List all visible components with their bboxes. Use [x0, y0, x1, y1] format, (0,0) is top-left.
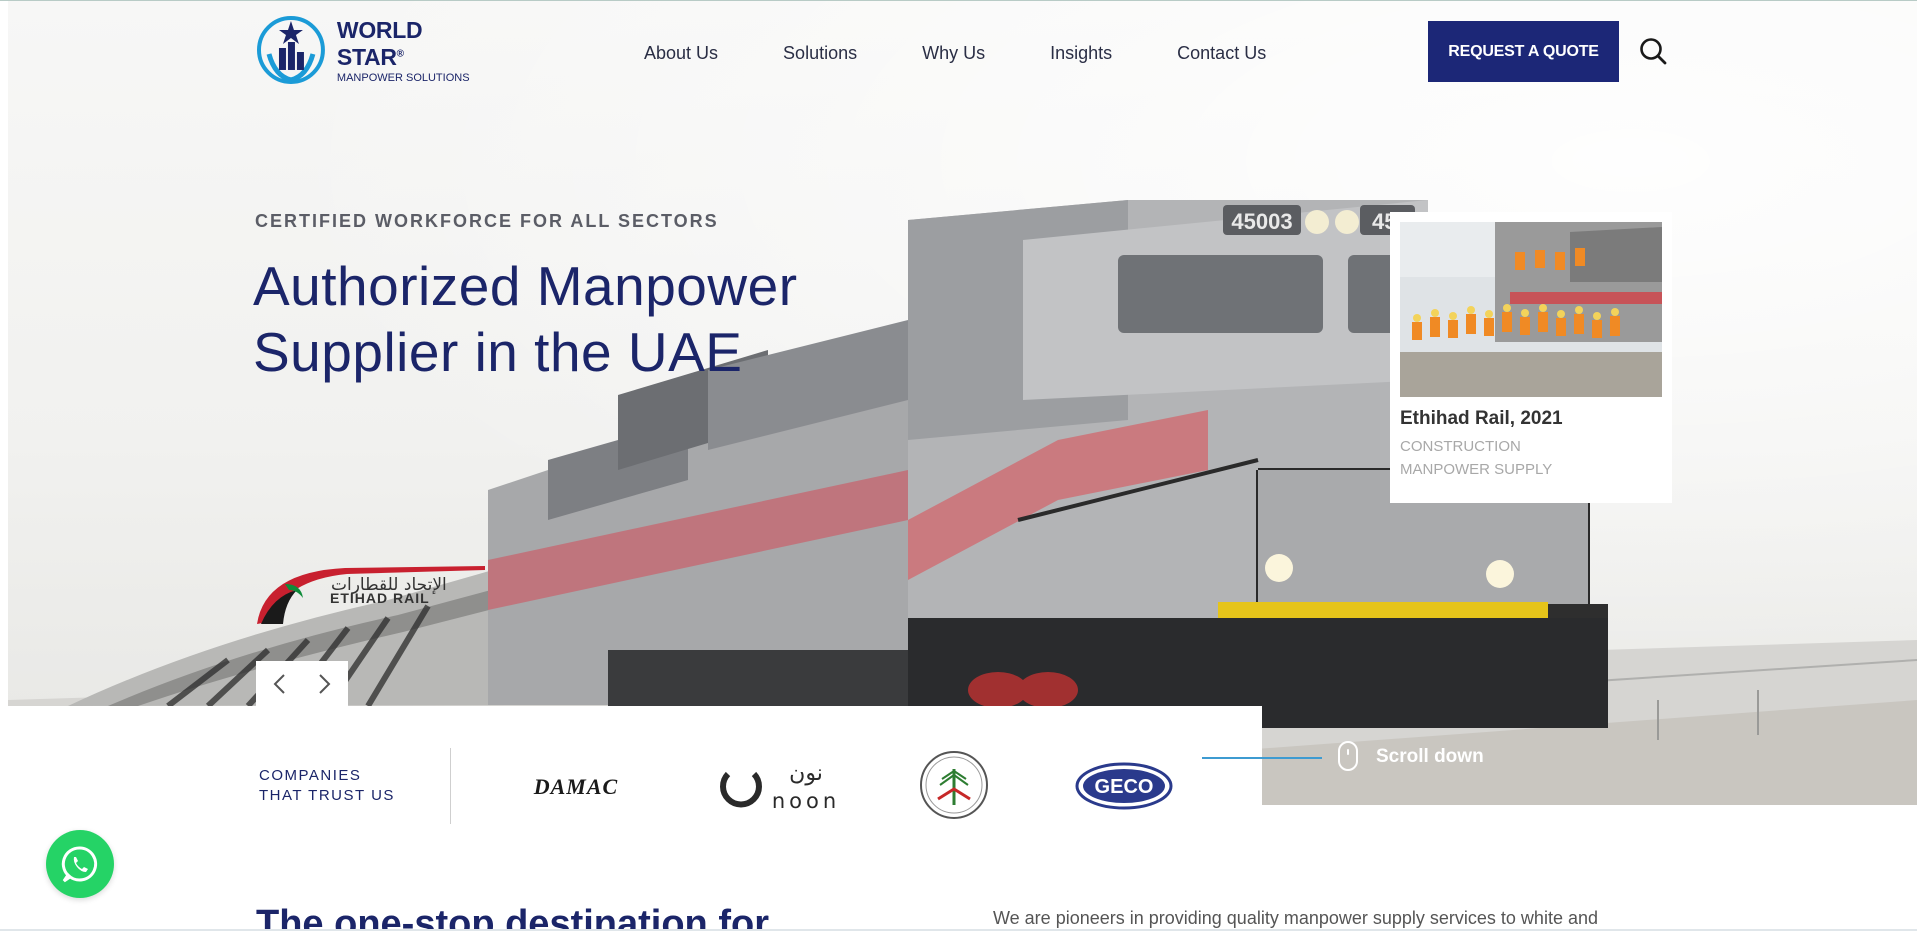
clients-label: COMPANIES THAT TRUST US [259, 767, 395, 804]
clients-strip: COMPANIES THAT TRUST US DAMAC نون noon G… [8, 706, 1262, 824]
clients-divider [450, 748, 451, 824]
hero-headline-line-1: Authorized Manpower [253, 255, 798, 317]
hero-slider-controls [256, 661, 348, 707]
request-quote-button[interactable]: REQUEST A QUOTE [1428, 21, 1619, 82]
project-card[interactable]: Ethihad Rail, 2021 CONSTRUCTION MANPOWER… [1390, 212, 1672, 503]
client-logo-damac[interactable]: DAMAC [521, 772, 631, 800]
svg-text:DAMAC: DAMAC [533, 774, 618, 799]
whatsapp-icon [61, 846, 98, 883]
intro-text: We are pioneers in providing quality man… [993, 908, 1598, 928]
project-card-subtitle: CONSTRUCTION MANPOWER SUPPLY [1400, 438, 1553, 478]
mouse-scroll-icon[interactable] [1338, 741, 1358, 771]
locomotive-number: 45003 [1231, 209, 1292, 234]
main-nav: About Us Solutions Why Us Insights Conta… [644, 43, 1266, 64]
whatsapp-button[interactable] [46, 830, 114, 898]
hero-headline-line-2: Supplier in the UAE [253, 321, 743, 383]
search-icon[interactable] [1638, 36, 1668, 66]
scroll-indicator-line [1202, 757, 1322, 759]
client-logo-government-emblem[interactable] [918, 749, 990, 821]
svg-text:نون: نون [789, 761, 823, 786]
project-card-photo [1400, 222, 1662, 397]
nav-insights[interactable]: Insights [1050, 43, 1112, 64]
brand-logo[interactable]: WORLD STAR® MANPOWER SOLUTIONS [255, 14, 495, 86]
etihad-rail-text: ETIHAD RAIL [330, 590, 430, 606]
svg-text:noon: noon [772, 789, 840, 813]
client-logo-geco[interactable]: GECO [1074, 761, 1174, 811]
nav-about-us[interactable]: About Us [644, 43, 718, 64]
nav-contact-us[interactable]: Contact Us [1177, 43, 1266, 64]
brand-name: WORLD STAR® [336, 16, 423, 70]
svg-text:GECO: GECO [1095, 776, 1154, 798]
nav-solutions[interactable]: Solutions [783, 43, 857, 64]
hero-eyebrow: CERTIFIED WORKFORCE FOR ALL SECTORS [255, 211, 719, 231]
site-header: WORLD STAR® MANPOWER SOLUTIONS About Us … [0, 0, 1917, 100]
slider-prev-button[interactable] [256, 661, 302, 707]
scroll-down-link[interactable]: Scroll down [1376, 746, 1484, 768]
top-border [0, 0, 1917, 1]
project-card-title: Ethihad Rail, 2021 [1400, 408, 1563, 429]
world-star-logo-mark [256, 16, 325, 84]
slider-next-button[interactable] [302, 661, 348, 707]
chevron-left-icon [273, 674, 285, 694]
hero-headline: Authorized Manpower Supplier in the UAE [253, 253, 798, 385]
client-logo-noon[interactable]: نون noon [714, 756, 849, 816]
intro-title: The one-stop destination for [256, 903, 769, 931]
nav-why-us[interactable]: Why Us [922, 43, 985, 64]
chevron-right-icon [319, 674, 331, 694]
brand-tagline: MANPOWER SOLUTIONS [336, 71, 470, 84]
